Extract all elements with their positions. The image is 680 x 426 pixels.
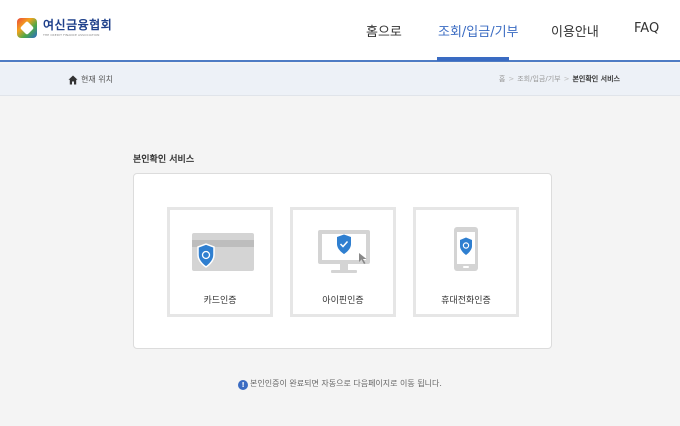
- breadcrumb-bar: 현재 위치 홈 > 조회/입금/기부 > 본인확인 서비스: [0, 64, 680, 96]
- nav-active-indicator: [437, 57, 509, 61]
- nav-faq[interactable]: FAQ: [634, 21, 659, 36]
- breadcrumb-item-current: 본인확인 서비스: [572, 75, 620, 83]
- breadcrumb-item-inquiry[interactable]: 조회/입금/기부: [517, 75, 560, 83]
- logo-name: 여신금융협회: [43, 18, 113, 32]
- card-auth-label: 카드인증: [203, 296, 237, 306]
- breadcrumb-separator: >: [508, 75, 515, 83]
- section-title: 본인확인 서비스: [133, 155, 195, 165]
- auth-options-panel: 카드인증 아이핀인증 휴대전화인증: [133, 173, 552, 349]
- breadcrumb-separator: >: [563, 75, 570, 83]
- logo-mark-icon: [17, 18, 37, 38]
- card-shield-icon: [192, 233, 254, 271]
- nav-home[interactable]: 홈으로: [366, 21, 402, 40]
- card-auth-button[interactable]: 카드인증: [167, 207, 273, 317]
- notice-text: 본인인증이 완료되면 자동으로 다음페이지로 이동 됩니다.: [250, 379, 442, 388]
- phone-shield-icon: [454, 227, 478, 271]
- mobile-auth-label: 휴대전화인증: [441, 296, 491, 306]
- breadcrumb-item-home[interactable]: 홈: [499, 75, 505, 83]
- breadcrumb: 홈 > 조회/입금/기부 > 본인확인 서비스: [499, 74, 620, 84]
- monitor-shield-icon: [318, 230, 370, 273]
- notice-message: ! 본인인증이 완료되면 자동으로 다음페이지로 이동 됩니다.: [0, 378, 680, 390]
- current-location-label: 현재 위치: [81, 75, 113, 84]
- mobile-auth-button[interactable]: 휴대전화인증: [413, 207, 519, 317]
- ipin-auth-button[interactable]: 아이핀인증: [290, 207, 396, 317]
- home-icon: [68, 75, 78, 85]
- ipin-auth-label: 아이핀인증: [322, 296, 364, 306]
- nav-guide[interactable]: 이용안내: [551, 21, 599, 40]
- site-logo[interactable]: 여신금융협회 THE CREDIT FINANCE ASSOCIATION: [17, 18, 112, 38]
- info-icon: !: [238, 380, 249, 390]
- site-header: 여신금융협회 THE CREDIT FINANCE ASSOCIATION 홈으…: [0, 0, 680, 62]
- logo-subtitle: THE CREDIT FINANCE ASSOCIATION: [43, 33, 100, 37]
- nav-inquiry[interactable]: 조회/입금/기부: [438, 21, 519, 40]
